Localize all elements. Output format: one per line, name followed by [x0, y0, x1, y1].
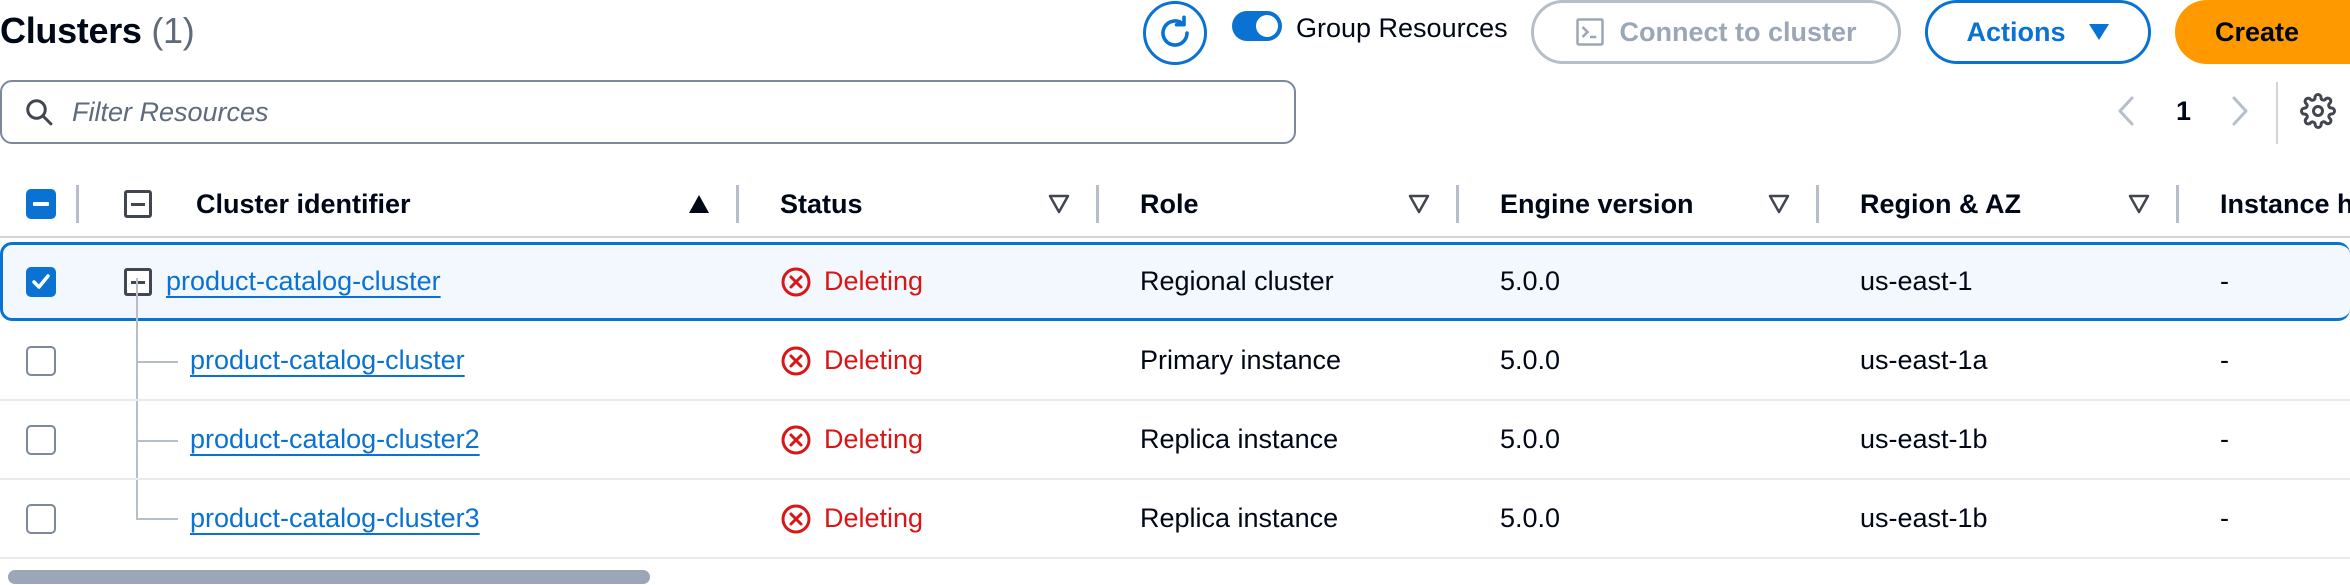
row-checkbox[interactable] [26, 346, 56, 376]
terminal-icon [1576, 18, 1605, 46]
status-text: Deleting [824, 503, 924, 533]
create-button[interactable]: Create [2175, 0, 2350, 64]
region-cell: us-east-1a [1860, 345, 1988, 375]
create-label: Create [2215, 16, 2300, 47]
refresh-button[interactable] [1143, 1, 1207, 65]
error-circle-icon [781, 425, 811, 454]
row-checkbox[interactable] [26, 504, 56, 534]
checkmark-icon [32, 274, 50, 289]
column-divider[interactable] [1096, 185, 1099, 223]
role-cell: Replica instance [1140, 503, 1339, 533]
connect-to-cluster-button[interactable]: Connect to cluster [1531, 0, 1901, 64]
chevron-right-icon [2232, 96, 2248, 126]
column-header-engine-version[interactable]: Engine version [1500, 170, 1694, 238]
error-circle-icon [781, 267, 811, 296]
engine-version-cell: 5.0.0 [1500, 345, 1561, 375]
error-circle-icon [781, 346, 811, 375]
filter-resources-input[interactable] [72, 96, 1172, 128]
cluster-identifier-link[interactable]: product-catalog-cluster [190, 345, 465, 376]
column-header-cluster-identifier[interactable]: Cluster identifier [196, 170, 411, 238]
previous-page-button[interactable] [2114, 94, 2140, 133]
preferences-button[interactable] [2300, 93, 2336, 134]
status-text: Deleting [824, 345, 924, 375]
actions-label: Actions [1966, 16, 2066, 47]
chevron-left-icon [2118, 96, 2134, 126]
select-all-checkbox[interactable] [26, 189, 56, 219]
table-row[interactable]: product-catalog-cluster Deleting Regiona… [0, 242, 2350, 321]
filter-resources-field[interactable] [0, 80, 1296, 144]
page-title: Clusters (1) [0, 10, 195, 52]
error-circle-icon [781, 504, 811, 533]
sort-icon[interactable] [1048, 194, 1070, 214]
status-text: Deleting [824, 266, 924, 296]
engine-version-cell: 5.0.0 [1500, 424, 1561, 454]
group-resources-label: Group Resources [1296, 13, 1508, 43]
next-page-button[interactable] [2226, 94, 2252, 133]
table-row[interactable]: product-catalog-cluster3 Deleting Replic… [0, 480, 2350, 559]
sort-icon[interactable] [1768, 194, 1790, 214]
engine-version-cell: 5.0.0 [1500, 503, 1561, 533]
table-row[interactable]: product-catalog-cluster Deleting Primary… [0, 322, 2350, 401]
engine-version-cell: 5.0.0 [1500, 266, 1561, 296]
status-text: Deleting [824, 424, 924, 454]
role-cell: Replica instance [1140, 424, 1339, 454]
role-cell: Regional cluster [1140, 266, 1334, 296]
horizontal-scrollbar[interactable] [8, 570, 650, 584]
column-header-status[interactable]: Status [780, 170, 863, 238]
column-divider[interactable] [2176, 185, 2179, 223]
region-cell: us-east-1 [1860, 266, 1973, 296]
column-divider[interactable] [1456, 185, 1459, 223]
cluster-identifier-link[interactable]: product-catalog-cluster2 [190, 424, 480, 455]
instance-cell: - [2220, 345, 2229, 375]
column-header-region-az[interactable]: Region & AZ [1860, 170, 2021, 238]
table-header: Cluster identifier Status Role Engine ve… [0, 170, 2350, 238]
column-header-instance[interactable]: Instance h [2220, 170, 2350, 238]
gear-icon [2300, 93, 2336, 129]
instance-cell: - [2220, 503, 2229, 533]
group-resources-toggle[interactable] [1232, 11, 1282, 41]
instance-cell: - [2220, 424, 2229, 454]
collapse-all-icon[interactable] [124, 190, 152, 218]
table-row[interactable]: product-catalog-cluster2 Deleting Replic… [0, 401, 2350, 480]
cluster-identifier-link[interactable]: product-catalog-cluster3 [190, 503, 480, 534]
sort-icon[interactable] [1408, 194, 1430, 214]
page-title-text: Clusters [0, 10, 142, 51]
instance-cell: - [2220, 266, 2229, 296]
sort-ascending-icon[interactable] [688, 194, 710, 214]
pager-divider [2276, 82, 2278, 144]
column-divider[interactable] [736, 185, 739, 223]
cluster-count: (1) [151, 10, 195, 51]
row-checkbox[interactable] [26, 425, 56, 455]
page-number[interactable]: 1 [2176, 96, 2191, 127]
column-divider [76, 185, 79, 223]
caret-down-icon [2088, 24, 2109, 40]
actions-dropdown-button[interactable]: Actions [1925, 0, 2151, 64]
refresh-icon [1161, 15, 1189, 47]
column-header-role[interactable]: Role [1140, 170, 1199, 238]
column-divider[interactable] [1816, 185, 1819, 223]
row-checkbox[interactable] [26, 267, 56, 297]
role-cell: Primary instance [1140, 345, 1342, 375]
region-cell: us-east-1b [1860, 424, 1988, 454]
region-cell: us-east-1b [1860, 503, 1988, 533]
sort-icon[interactable] [2128, 194, 2150, 214]
toggle-knob [1256, 15, 1278, 37]
collapse-row-icon[interactable] [124, 268, 152, 296]
cluster-identifier-link[interactable]: product-catalog-cluster [166, 266, 441, 297]
search-icon [26, 99, 53, 126]
connect-label: Connect to cluster [1619, 16, 1857, 47]
